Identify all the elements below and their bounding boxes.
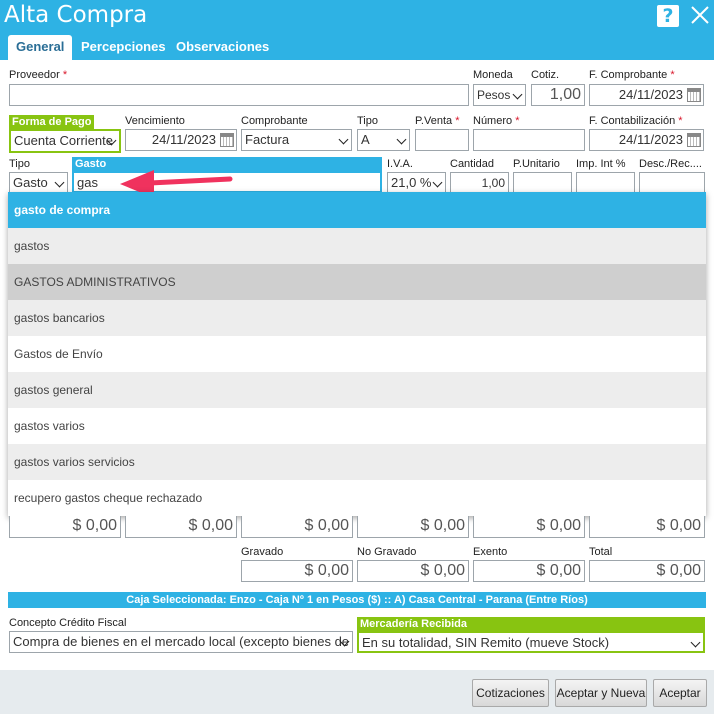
total-value: $ 0,00 xyxy=(589,560,705,582)
punitario-input[interactable] xyxy=(513,172,572,194)
f-contabilizacion-input[interactable]: 24/11/2023 xyxy=(589,129,704,151)
cantidad-input[interactable]: 1,00 xyxy=(450,172,509,194)
total-label: Total xyxy=(589,546,613,558)
proveedor-label: Proveedor * xyxy=(9,69,68,81)
forma-pago-label: Forma de Pago xyxy=(9,115,95,129)
iva-select[interactable]: 21,0 % xyxy=(387,172,446,194)
moneda-label: Moneda xyxy=(473,69,513,81)
window-title: Alta Compra xyxy=(4,2,148,28)
list-item[interactable]: gasto de compra xyxy=(8,192,706,228)
no-gravado-label: No Gravado xyxy=(357,546,417,558)
calendar-icon[interactable] xyxy=(220,133,234,147)
f-comprobante-label: F. Comprobante * xyxy=(589,69,675,81)
f-contabilizacion-label: F. Contabilización * xyxy=(589,115,683,127)
numero-input[interactable] xyxy=(473,129,585,151)
list-item[interactable]: gastos varios servicios xyxy=(8,444,706,480)
list-item[interactable]: GASTOS ADMINISTRATIVOS xyxy=(8,264,706,300)
tab-general[interactable]: General xyxy=(8,35,73,60)
tab-percepciones[interactable]: Percepciones xyxy=(73,35,174,59)
vencimiento-input[interactable]: 24/11/2023 xyxy=(125,129,237,151)
pventa-input[interactable] xyxy=(415,129,469,151)
aceptar-y-nueva-button[interactable]: Aceptar y Nueva xyxy=(555,679,647,707)
cantidad-label: Cantidad xyxy=(450,158,495,170)
no-gravado-value: $ 0,00 xyxy=(357,560,469,582)
item-tipo-select[interactable]: Gasto xyxy=(9,172,68,194)
help-icon[interactable]: ? xyxy=(657,5,679,27)
subtotal-value: $ 0,00 xyxy=(241,516,353,538)
calendar-icon[interactable] xyxy=(687,133,701,147)
comprobante-select[interactable]: Factura xyxy=(241,129,352,151)
list-item[interactable]: gastos varios xyxy=(8,408,706,444)
list-item[interactable]: gastos general xyxy=(8,372,706,408)
mercaderia-select[interactable]: En su totalidad, SIN Remito (mueve Stock… xyxy=(357,631,705,653)
numero-label: Número * xyxy=(473,115,520,127)
gasto-autocomplete-list: gasto de compra gastos GASTOS ADMINISTRA… xyxy=(8,192,706,516)
subtotal-value: $ 0,00 xyxy=(473,516,585,538)
punitario-label: P.Unitario xyxy=(513,158,560,170)
calendar-icon[interactable] xyxy=(687,88,701,102)
exento-value: $ 0,00 xyxy=(473,560,585,582)
list-item[interactable]: recupero gastos cheque rechazado xyxy=(8,480,706,516)
cotiz-label: Cotiz. xyxy=(531,69,560,81)
cotiz-input[interactable]: 1,00 xyxy=(531,84,585,106)
iva-label: I.V.A. xyxy=(387,158,413,170)
moneda-select[interactable]: Pesos xyxy=(473,84,526,106)
list-item[interactable]: Gastos de Envío xyxy=(8,336,706,372)
close-icon[interactable] xyxy=(689,4,711,26)
tab-observaciones[interactable]: Observaciones xyxy=(168,35,277,59)
imp-int-input[interactable] xyxy=(576,172,635,194)
subtotal-value: $ 0,00 xyxy=(9,516,121,538)
pventa-label: P.Venta * xyxy=(415,115,460,127)
tipo-select[interactable]: A xyxy=(357,129,410,151)
item-tipo-label: Tipo xyxy=(9,158,30,170)
forma-pago-select[interactable]: Cuenta Corriente xyxy=(9,129,121,153)
concepto-select[interactable]: Compra de bienes en el mercado local (ex… xyxy=(9,631,353,653)
subtotal-value: $ 0,00 xyxy=(125,516,237,538)
aceptar-button[interactable]: Aceptar xyxy=(653,679,707,707)
gravado-value: $ 0,00 xyxy=(241,560,353,582)
subtotal-value: $ 0,00 xyxy=(357,516,469,538)
cotizaciones-button[interactable]: Cotizaciones xyxy=(472,679,549,707)
mercaderia-label: Mercadería Recibida xyxy=(357,617,705,631)
list-item[interactable]: gastos xyxy=(8,228,706,264)
imp-int-label: Imp. Int % xyxy=(576,158,626,170)
desc-rec-label: Desc./Rec.... xyxy=(639,158,702,170)
exento-label: Exento xyxy=(473,546,508,558)
concepto-label: Concepto Crédito Fiscal xyxy=(9,617,127,629)
gravado-label: Gravado xyxy=(241,546,284,558)
caja-seleccionada-bar: Caja Seleccionada: Enzo - Caja Nº 1 en P… xyxy=(8,592,706,608)
desc-rec-input[interactable] xyxy=(639,172,705,194)
list-item[interactable]: gastos bancarios xyxy=(8,300,706,336)
comprobante-label: Comprobante xyxy=(241,115,308,127)
subtotal-value: $ 0,00 xyxy=(589,516,705,538)
vencimiento-label: Vencimiento xyxy=(125,115,185,127)
f-comprobante-input[interactable]: 24/11/2023 xyxy=(589,84,704,106)
tipo-label: Tipo xyxy=(357,115,378,127)
proveedor-input[interactable] xyxy=(9,84,469,106)
